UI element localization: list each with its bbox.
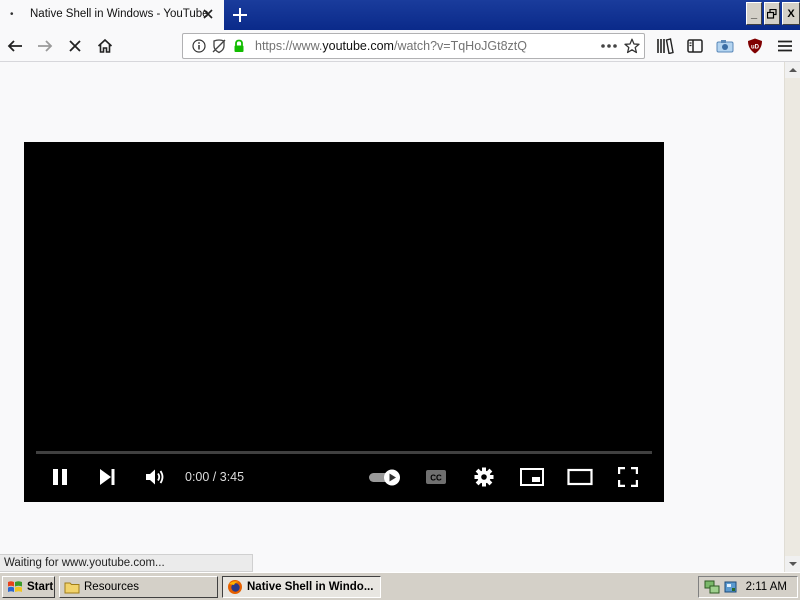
fullscreen-icon <box>618 467 638 487</box>
scroll-up-arrow-icon <box>789 68 797 72</box>
taskbar-item-firefox[interactable]: Native Shell in Windo... <box>222 576 381 598</box>
camera-icon <box>716 40 734 53</box>
info-icon[interactable] <box>191 38 207 54</box>
network-icon[interactable] <box>704 579 720 598</box>
library-button[interactable] <box>653 34 677 58</box>
start-label: Start <box>27 581 54 593</box>
new-tab-button[interactable] <box>228 3 252 27</box>
scroll-down-button[interactable] <box>785 556 800 572</box>
url-text: https://www.youtube.com/watch?v=TqHoJGt8… <box>255 39 527 53</box>
minimize-button[interactable]: _ <box>746 2 762 25</box>
scroll-down-arrow-icon <box>789 562 797 566</box>
taskbar-item-label: Native Shell in Windo... <box>247 581 374 593</box>
taskbar-item-label: Resources <box>84 581 139 593</box>
folder-icon <box>64 579 80 595</box>
taskbar: Start Resources Native Shell in Windo...… <box>0 572 800 600</box>
close-window-button[interactable]: X <box>782 2 800 25</box>
next-button[interactable] <box>95 465 119 489</box>
home-button[interactable] <box>93 34 117 58</box>
ublock-origin-button[interactable]: uD <box>743 34 767 58</box>
start-button[interactable]: Start <box>2 576 55 598</box>
video-player[interactable]: 0:00 / 3:45 CC <box>24 142 664 502</box>
vertical-scrollbar[interactable] <box>784 62 800 572</box>
bookmark-star-icon[interactable] <box>624 38 640 54</box>
ublock-shield-icon: uD <box>748 38 762 54</box>
system-tray: 2:11 AM <box>698 576 798 598</box>
miniplayer-icon <box>520 468 544 486</box>
status-bar: Waiting for www.youtube.com... <box>0 554 253 572</box>
stop-button[interactable] <box>63 34 87 58</box>
volume-icon <box>146 469 164 485</box>
menu-button[interactable] <box>773 34 797 58</box>
gear-icon <box>474 467 494 487</box>
sidebar-icon <box>687 39 703 53</box>
library-icon <box>657 38 674 54</box>
time-display: 0:00 / 3:45 <box>185 470 245 484</box>
svg-text:uD: uD <box>751 45 760 51</box>
firefox-icon <box>227 579 243 595</box>
stop-icon <box>69 40 81 52</box>
back-arrow-icon <box>7 40 22 52</box>
restore-button[interactable] <box>764 2 780 25</box>
sidebar-button[interactable] <box>683 34 707 58</box>
theater-mode-button[interactable] <box>565 465 595 489</box>
forward-button[interactable] <box>33 34 57 58</box>
autoplay-toggle[interactable] <box>367 465 403 489</box>
restore-icon <box>767 8 777 19</box>
progress-bar[interactable] <box>36 451 652 454</box>
tab-close-icon[interactable] <box>200 5 216 23</box>
window-controls: _ X <box>746 2 800 25</box>
volume-button[interactable] <box>142 465 168 489</box>
url-scheme: https://www. <box>255 39 323 53</box>
tracking-protection-icon[interactable] <box>211 38 227 54</box>
plus-icon <box>233 8 247 22</box>
navigation-toolbar: https://www.youtube.com/watch?v=TqHoJGt8… <box>0 30 800 62</box>
closed-captions-icon: CC <box>426 470 446 484</box>
forward-arrow-icon <box>38 40 53 52</box>
tab-title: Native Shell in Windows - YouTube <box>30 8 209 20</box>
speaker-tray-icon[interactable] <box>723 579 739 598</box>
windows-logo-icon <box>7 579 23 595</box>
captions-button[interactable]: CC <box>423 465 449 489</box>
url-path: /watch?v=TqHoJGt8ztQ <box>393 39 528 53</box>
miniplayer-button[interactable] <box>518 465 546 489</box>
clock: 2:11 AM <box>745 581 787 593</box>
address-bar[interactable]: https://www.youtube.com/watch?v=TqHoJGt8… <box>182 33 645 59</box>
taskbar-item-resources[interactable]: Resources <box>59 576 218 598</box>
svg-text:CC: CC <box>430 474 442 483</box>
theater-mode-icon <box>567 468 593 486</box>
scroll-up-button[interactable] <box>785 62 800 78</box>
fullscreen-button[interactable] <box>615 465 641 489</box>
home-icon <box>97 38 113 53</box>
pause-icon <box>53 469 67 485</box>
url-host: youtube.com <box>322 39 394 53</box>
autoplay-toggle-icon <box>369 469 400 486</box>
page-actions-icon[interactable] <box>599 38 619 54</box>
tab-strip: • Native Shell in Windows - YouTube _ X <box>0 0 800 30</box>
screenshot-button[interactable] <box>713 34 737 58</box>
settings-button[interactable] <box>471 465 497 489</box>
tab-loading-indicator: • <box>10 9 14 20</box>
tab-youtube[interactable]: • Native Shell in Windows - YouTube <box>0 0 224 30</box>
pause-button[interactable] <box>48 465 72 489</box>
hamburger-icon <box>778 40 792 52</box>
back-button[interactable] <box>3 34 27 58</box>
skip-next-icon <box>100 469 115 485</box>
lock-icon[interactable] <box>231 38 247 54</box>
page-content: 0:00 / 3:45 CC Waiting for www.youtube.c… <box>0 62 784 572</box>
